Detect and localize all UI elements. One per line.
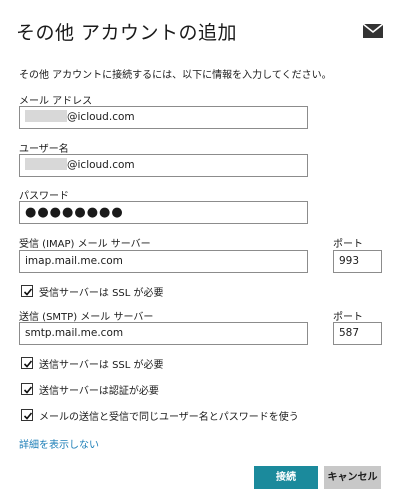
connect-button[interactable]: 接続 — [254, 466, 318, 489]
password-label: パスワード — [19, 191, 69, 202]
email-field[interactable]: @icloud.com — [19, 106, 308, 129]
password-field[interactable]: ●●●●●●●● — [19, 201, 308, 224]
same-credentials-label: メールの送信と受信で同じユーザー名とパスワードを使う — [39, 412, 299, 423]
incoming-server-label: 受信 (IMAP) メール サーバー — [19, 239, 151, 250]
incoming-ssl-checkbox[interactable] — [21, 285, 33, 297]
checkmark-icon — [23, 386, 33, 394]
outgoing-auth-checkbox[interactable] — [21, 383, 33, 395]
incoming-port-value: 993 — [339, 255, 360, 267]
checkmark-icon — [23, 412, 33, 420]
redacted-text — [25, 158, 67, 170]
incoming-server-field[interactable]: imap.mail.me.com — [19, 250, 308, 273]
outgoing-server-field[interactable]: smtp.mail.me.com — [19, 322, 308, 345]
username-field[interactable]: @icloud.com — [19, 154, 308, 177]
dialog-title: その他 アカウントの追加 — [16, 22, 238, 44]
same-credentials-checkbox[interactable] — [21, 409, 33, 421]
outgoing-ssl-label: 送信サーバーは SSL が必要 — [39, 360, 164, 371]
outgoing-port-field[interactable]: 587 — [333, 322, 382, 345]
email-value: @icloud.com — [67, 111, 135, 123]
outgoing-auth-label: 送信サーバーは認証が必要 — [39, 386, 159, 397]
outgoing-ssl-checkbox[interactable] — [21, 357, 33, 369]
incoming-port-field[interactable]: 993 — [333, 250, 382, 273]
password-value: ●●●●●●●● — [25, 205, 124, 220]
incoming-ssl-label: 受信サーバーは SSL が必要 — [39, 288, 164, 299]
hide-details-link[interactable]: 詳細を表示しない — [19, 436, 99, 451]
checkmark-icon — [23, 360, 33, 368]
cancel-button[interactable]: キャンセル — [324, 466, 381, 489]
outgoing-port-value: 587 — [339, 327, 360, 339]
redacted-text — [25, 110, 67, 122]
outgoing-server-value: smtp.mail.me.com — [25, 327, 124, 339]
outgoing-server-label: 送信 (SMTP) メール サーバー — [19, 312, 154, 323]
incoming-port-label: ポート — [333, 239, 363, 250]
username-label: ユーザー名 — [19, 144, 69, 155]
mail-icon — [363, 23, 383, 38]
incoming-server-value: imap.mail.me.com — [25, 255, 123, 267]
checkmark-icon — [23, 288, 33, 296]
email-label: メール アドレス — [19, 96, 93, 107]
username-value: @icloud.com — [67, 159, 135, 171]
outgoing-port-label: ポート — [333, 312, 363, 323]
intro-text: その他 アカウントに接続するには、以下に情報を入力してください。 — [19, 70, 332, 81]
